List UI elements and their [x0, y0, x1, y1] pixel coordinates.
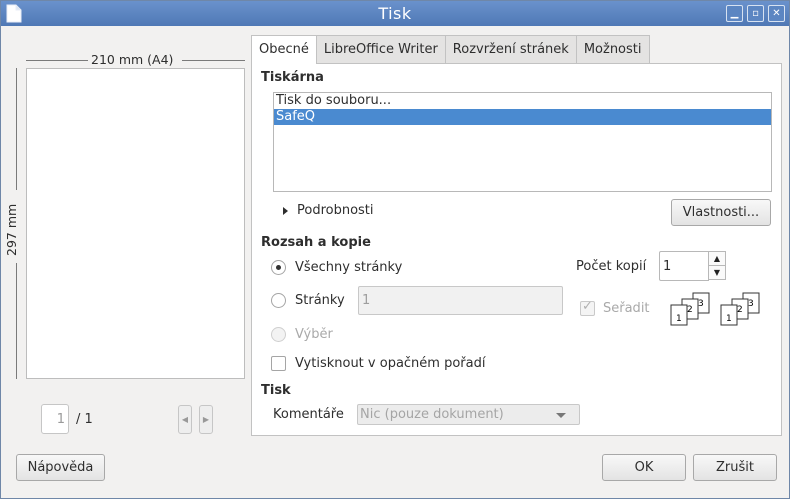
- tab-page-layout[interactable]: Rozvržení stránek: [444, 35, 577, 63]
- properties-button[interactable]: Vlastnosti...: [671, 199, 771, 226]
- height-ruler-top: [16, 68, 17, 190]
- tab-bar: Obecné LibreOffice Writer Rozvržení strá…: [251, 35, 650, 64]
- reverse-order-checkbox[interactable]: [271, 356, 286, 371]
- all-pages-radio[interactable]: [271, 260, 286, 275]
- preview-height-label: 297 mm: [4, 203, 19, 256]
- page-preview: [26, 68, 245, 379]
- printer-section-title: Tiskárna: [261, 70, 324, 85]
- reverse-order-option[interactable]: Vytisknout v opačném pořadí: [271, 356, 485, 371]
- help-button[interactable]: Nápověda: [16, 454, 105, 481]
- chevron-down-icon: [556, 413, 566, 418]
- svg-text:2: 2: [737, 305, 743, 315]
- collate-option[interactable]: Seřadit: [580, 299, 650, 316]
- svg-text:3: 3: [698, 299, 704, 309]
- preview-width-label: 210 mm (A4): [91, 52, 174, 67]
- pages-option[interactable]: Stránky: [271, 293, 345, 308]
- expander-arrow-icon: [283, 206, 288, 215]
- page-number-input[interactable]: 1: [41, 404, 69, 434]
- selection-radio[interactable]: [271, 327, 286, 342]
- previous-page-button[interactable]: ◀: [178, 405, 192, 434]
- range-section-title: Rozsah a kopie: [261, 235, 371, 250]
- copies-label: Počet kopií: [576, 259, 647, 274]
- copies-decrease-button[interactable]: ▼: [708, 265, 726, 280]
- all-pages-option[interactable]: Všechny stránky: [271, 260, 402, 275]
- svg-text:2: 2: [687, 305, 693, 315]
- selection-option[interactable]: Výběr: [271, 327, 333, 342]
- svg-text:1: 1: [676, 314, 682, 324]
- ok-button[interactable]: OK: [602, 454, 686, 481]
- all-pages-label: Všechny stránky: [295, 260, 403, 275]
- printer-item-file[interactable]: Tisk do souboru...: [274, 93, 771, 109]
- svg-text:1: 1: [726, 314, 732, 324]
- collated-pages-icon: 3 2 1: [670, 292, 710, 326]
- minimize-button[interactable]: ▁: [726, 5, 743, 22]
- collated-pages-icon-2: 3 2 1: [720, 292, 760, 326]
- pages-input[interactable]: 1: [358, 286, 563, 315]
- pages-radio[interactable]: [271, 293, 286, 308]
- tab-options[interactable]: Možnosti: [575, 35, 650, 63]
- tab-general[interactable]: Obecné: [251, 35, 317, 64]
- svg-text:3: 3: [748, 299, 754, 309]
- close-button[interactable]: ✕: [768, 5, 785, 22]
- collate-checkbox[interactable]: [580, 299, 595, 316]
- pages-label: Stránky: [295, 293, 345, 308]
- title-bar[interactable]: Tisk ▁ ▫ ✕: [1, 1, 789, 26]
- window-title: Tisk: [378, 4, 412, 23]
- comments-select[interactable]: Nic (pouze dokument): [357, 404, 580, 425]
- cancel-button[interactable]: Zrušit: [693, 454, 777, 481]
- next-page-button[interactable]: ▶: [199, 405, 213, 434]
- selection-label: Výběr: [295, 327, 333, 342]
- printer-list[interactable]: Tisk do souboru... SafeQ: [273, 92, 772, 192]
- comments-value: Nic (pouze dokument): [360, 407, 504, 422]
- tab-libreoffice-writer[interactable]: LibreOffice Writer: [315, 35, 446, 63]
- details-label: Podrobnosti: [297, 203, 374, 218]
- width-ruler-right: [182, 60, 245, 61]
- collate-label: Seřadit: [603, 301, 650, 316]
- copies-input[interactable]: 1: [659, 251, 709, 281]
- height-ruler-bottom: [16, 263, 17, 379]
- printer-item-safeq[interactable]: SafeQ: [274, 109, 771, 125]
- comments-label: Komentáře: [273, 407, 344, 422]
- copies-increase-button[interactable]: ▲: [708, 251, 726, 266]
- document-icon: [6, 4, 22, 23]
- print-section-title: Tisk: [261, 383, 291, 398]
- reverse-order-label: Vytisknout v opačném pořadí: [295, 356, 486, 371]
- print-dialog: Tisk ▁ ▫ ✕ 210 mm (A4) 297 mm 1 / 1 ◀ ▶ …: [0, 0, 790, 499]
- page-total: / 1: [76, 412, 93, 427]
- maximize-button[interactable]: ▫: [747, 5, 764, 22]
- details-expander[interactable]: Podrobnosti: [283, 203, 374, 218]
- width-ruler-left: [26, 60, 88, 61]
